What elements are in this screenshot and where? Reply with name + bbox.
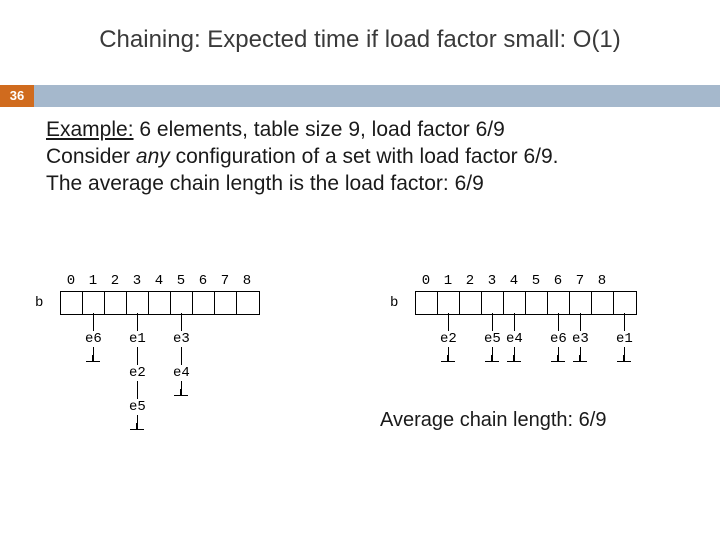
left-term-5 — [174, 395, 188, 396]
left-idx-6: 6 — [192, 273, 214, 289]
left-idx-3: 3 — [126, 273, 148, 289]
left-term-1 — [86, 361, 100, 362]
right-term-9 — [617, 361, 631, 362]
left-node-e3: e3 — [173, 331, 190, 347]
right-idx-4: 4 — [503, 273, 525, 289]
left-stem-3d — [137, 415, 138, 429]
left-idx-8: 8 — [236, 273, 258, 289]
right-table — [415, 291, 637, 315]
left-term-3 — [130, 429, 144, 430]
right-stem-9b — [624, 347, 625, 361]
left-node-e4: e4 — [173, 365, 190, 381]
left-idx-1: 1 — [82, 273, 104, 289]
left-stem-3b — [137, 347, 138, 365]
right-stem-7b — [580, 347, 581, 361]
right-idx-1: 1 — [437, 273, 459, 289]
slide-number-badge: 36 — [0, 85, 34, 107]
right-stem-4b — [514, 347, 515, 361]
right-node-e1: e1 — [616, 331, 633, 347]
left-b-label: b — [35, 295, 43, 311]
right-stem-7a — [580, 313, 581, 331]
right-node-e5: e5 — [484, 331, 501, 347]
left-stem-3c — [137, 381, 138, 399]
example-text: 6 elements, table size 9, load factor 6/… — [134, 118, 505, 141]
left-node-e6: e6 — [85, 331, 102, 347]
left-stem-5b — [181, 347, 182, 365]
right-index-row: 012345678 — [415, 273, 613, 289]
right-stem-3a — [492, 313, 493, 331]
right-term-6 — [551, 361, 565, 362]
right-idx-3: 3 — [481, 273, 503, 289]
right-idx-8: 8 — [591, 273, 613, 289]
right-stem-1b — [448, 347, 449, 361]
left-node-e1: e1 — [129, 331, 146, 347]
right-term-3 — [485, 361, 499, 362]
left-index-row: 012345678 — [60, 273, 258, 289]
left-idx-4: 4 — [148, 273, 170, 289]
right-node-e3: e3 — [572, 331, 589, 347]
right-node-e6: e6 — [550, 331, 567, 347]
right-idx-6: 6 — [547, 273, 569, 289]
left-idx-7: 7 — [214, 273, 236, 289]
left-table — [60, 291, 260, 315]
left-stem-1a — [93, 313, 94, 331]
left-node-e2: e2 — [129, 365, 146, 381]
left-stem-5c — [181, 381, 182, 395]
left-stem-3a — [137, 313, 138, 331]
diagram-area: b 012345678 e6 e1 e2 e5 e3 e4 b 01234567… — [0, 255, 720, 515]
left-idx-5: 5 — [170, 273, 192, 289]
right-stem-6a — [558, 313, 559, 331]
left-idx-0: 0 — [60, 273, 82, 289]
right-stem-4a — [514, 313, 515, 331]
right-b-label: b — [390, 295, 398, 311]
right-stem-6b — [558, 347, 559, 361]
right-stem-9a — [624, 313, 625, 331]
right-node-e2: e2 — [440, 331, 457, 347]
avg-chain-label: Average chain length: 6/9 — [380, 409, 606, 432]
right-term-4 — [507, 361, 521, 362]
example-label: Example: — [46, 118, 134, 141]
right-term-7 — [573, 361, 587, 362]
left-stem-5a — [181, 313, 182, 331]
right-idx-7: 7 — [569, 273, 591, 289]
consider-suffix: configuration of a set with load factor … — [170, 145, 559, 168]
right-stem-3b — [492, 347, 493, 361]
consider-any: any — [136, 145, 170, 168]
right-idx-0: 0 — [415, 273, 437, 289]
left-stem-1b — [93, 347, 94, 361]
consider-prefix: Consider — [46, 145, 136, 168]
right-idx-5: 5 — [525, 273, 547, 289]
avg-chain-line: The average chain length is the load fac… — [46, 172, 484, 195]
right-idx-2: 2 — [459, 273, 481, 289]
slide-title: Chaining: Expected time if load factor s… — [0, 26, 720, 54]
left-node-e5: e5 — [129, 399, 146, 415]
right-term-1 — [441, 361, 455, 362]
right-stem-1a — [448, 313, 449, 331]
body-text: Example: 6 elements, table size 9, load … — [46, 117, 686, 198]
left-idx-2: 2 — [104, 273, 126, 289]
title-separator — [0, 85, 720, 107]
right-node-e4: e4 — [506, 331, 523, 347]
